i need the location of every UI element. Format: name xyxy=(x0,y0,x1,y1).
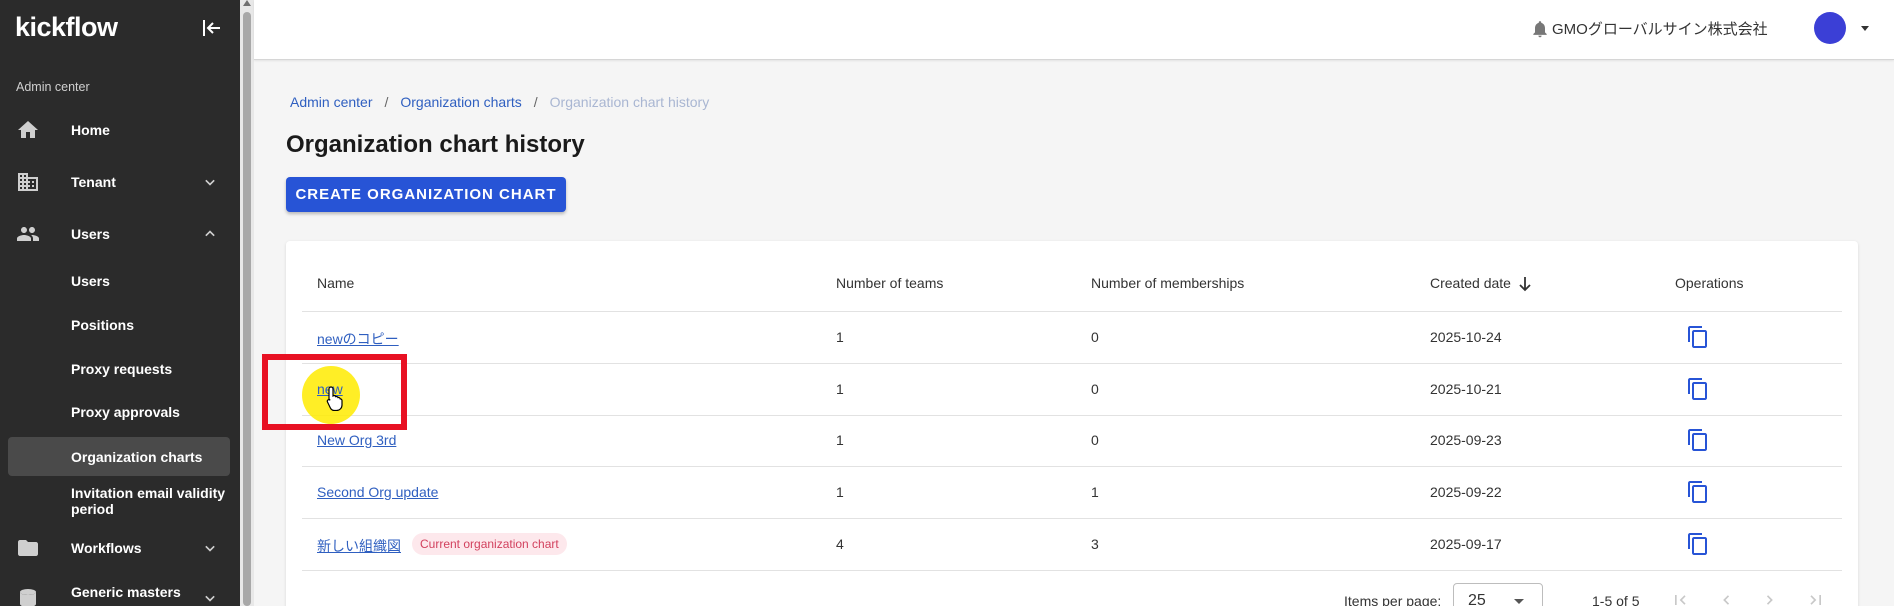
building-icon xyxy=(18,173,38,191)
chart-name-link[interactable]: Second Org update xyxy=(317,484,438,500)
next-page-icon[interactable] xyxy=(1760,590,1780,606)
sidebar-item-workflows[interactable]: Workflows xyxy=(0,528,240,568)
avatar[interactable] xyxy=(1814,12,1846,44)
column-header-memberships: Number of memberships xyxy=(1091,275,1245,291)
database-icon xyxy=(20,589,36,606)
chart-name-link[interactable]: newのコピー xyxy=(317,329,399,349)
sidebar-subitem-users[interactable]: Users xyxy=(0,263,240,299)
breadcrumb-separator: / xyxy=(533,94,538,110)
created-date: 2025-09-17 xyxy=(1430,536,1502,552)
sort-descending-icon[interactable] xyxy=(1517,275,1533,293)
sidebar-item-label: Users xyxy=(71,226,110,242)
chart-name-link[interactable]: New Org 3rd xyxy=(317,432,396,448)
row-divider xyxy=(302,518,1842,519)
scrollbar-thumb[interactable] xyxy=(243,12,251,606)
chart-name-link[interactable]: 新しい組織図 xyxy=(317,536,401,556)
first-page-icon[interactable] xyxy=(1670,590,1690,606)
pagination-range: 1-5 of 5 xyxy=(1592,593,1640,606)
row-divider xyxy=(302,466,1842,467)
teams-count: 1 xyxy=(836,381,844,397)
column-header-created-date[interactable]: Created date xyxy=(1430,275,1511,291)
created-date: 2025-10-24 xyxy=(1430,329,1502,345)
breadcrumb-admin-center[interactable]: Admin center xyxy=(290,94,372,110)
last-page-icon[interactable] xyxy=(1806,590,1826,606)
app-logo[interactable]: kickflow xyxy=(15,12,118,43)
items-per-page-label: Items per page: xyxy=(1344,593,1442,606)
column-header-operations: Operations xyxy=(1675,275,1744,291)
memberships-count: 0 xyxy=(1091,381,1099,397)
breadcrumb: Admin center / Organization charts / Org… xyxy=(290,94,709,110)
memberships-count: 0 xyxy=(1091,329,1099,345)
bell-icon[interactable] xyxy=(1530,18,1550,40)
items-per-page-value: 25 xyxy=(1468,592,1486,606)
sidebar: kickflow Admin center Home Tenant Users … xyxy=(0,0,240,606)
sidebar-scrollbar[interactable] xyxy=(240,0,254,606)
chevron-down-icon xyxy=(205,595,215,602)
folder-icon xyxy=(18,540,38,556)
sidebar-subitem-label: Organization charts xyxy=(71,448,203,465)
breadcrumb-current: Organization chart history xyxy=(549,94,710,110)
memberships-count: 1 xyxy=(1091,484,1099,500)
sidebar-item-generic-masters[interactable]: Generic masters xyxy=(0,578,240,606)
copy-icon[interactable] xyxy=(1686,532,1710,556)
sidebar-subitem-proxy-approvals[interactable]: Proxy approvals xyxy=(0,394,240,430)
created-date: 2025-09-23 xyxy=(1430,432,1502,448)
caret-down-icon[interactable] xyxy=(1861,26,1869,31)
breadcrumb-separator: / xyxy=(384,94,389,110)
sidebar-subitem-invitation-validity[interactable]: Invitation email validity period xyxy=(0,481,240,521)
sidebar-subitem-organization-charts[interactable]: Organization charts xyxy=(8,437,230,476)
create-organization-chart-button[interactable]: CREATE ORGANIZATION CHART xyxy=(286,177,566,212)
sidebar-subitem-label: Proxy requests xyxy=(71,361,173,377)
current-chart-badge: Current organization chart xyxy=(412,533,567,555)
row-divider xyxy=(302,570,1842,571)
chevron-down-icon xyxy=(205,179,215,186)
collapse-sidebar-icon[interactable] xyxy=(200,16,224,40)
sidebar-subitem-label: Users xyxy=(71,273,110,289)
copy-icon[interactable] xyxy=(1686,377,1710,401)
copy-icon[interactable] xyxy=(1686,428,1710,452)
copy-icon[interactable] xyxy=(1686,325,1710,349)
row-divider xyxy=(302,415,1842,416)
page-title: Organization chart history xyxy=(286,131,585,158)
dropdown-arrow-icon xyxy=(1514,599,1524,604)
sidebar-item-label: Home xyxy=(71,122,110,138)
home-icon xyxy=(18,121,38,138)
sidebar-subitem-label: Invitation email validity period xyxy=(71,485,226,517)
sidebar-subitem-proxy-requests[interactable]: Proxy requests xyxy=(0,351,240,387)
breadcrumb-organization-charts[interactable]: Organization charts xyxy=(400,94,521,110)
memberships-count: 3 xyxy=(1091,536,1099,552)
people-icon xyxy=(17,227,39,241)
created-date: 2025-10-21 xyxy=(1430,381,1502,397)
sidebar-item-tenant[interactable]: Tenant xyxy=(0,162,240,202)
items-per-page-select[interactable]: 25 xyxy=(1453,583,1543,606)
sidebar-subitem-label: Proxy approvals xyxy=(71,404,180,420)
teams-count: 1 xyxy=(836,484,844,500)
sidebar-item-users[interactable]: Users xyxy=(0,214,240,254)
copy-icon[interactable] xyxy=(1686,480,1710,504)
sidebar-subitem-positions[interactable]: Positions xyxy=(0,307,240,343)
column-header-teams: Number of teams xyxy=(836,275,944,291)
sidebar-section-label: Admin center xyxy=(16,80,90,94)
memberships-count: 0 xyxy=(1091,432,1099,448)
teams-count: 4 xyxy=(836,536,844,552)
row-divider xyxy=(302,311,1842,312)
teams-count: 1 xyxy=(836,329,844,345)
chevron-up-icon xyxy=(205,230,215,237)
sidebar-item-label: Generic masters xyxy=(71,584,181,600)
chevron-down-icon xyxy=(205,545,215,552)
row-divider xyxy=(302,363,1842,364)
organization-name[interactable]: GMOグローバルサイン株式会社 xyxy=(1552,18,1768,39)
created-date: 2025-09-22 xyxy=(1430,484,1502,500)
previous-page-icon[interactable] xyxy=(1716,590,1736,606)
column-header-name: Name xyxy=(317,275,355,291)
sidebar-item-home[interactable]: Home xyxy=(0,110,240,150)
sidebar-subitem-label: Positions xyxy=(71,317,135,333)
sidebar-item-label: Tenant xyxy=(71,174,116,190)
teams-count: 1 xyxy=(836,432,844,448)
sidebar-item-label: Workflows xyxy=(71,540,142,556)
scroll-up-arrow[interactable] xyxy=(243,0,251,6)
hand-cursor-icon xyxy=(326,386,343,411)
